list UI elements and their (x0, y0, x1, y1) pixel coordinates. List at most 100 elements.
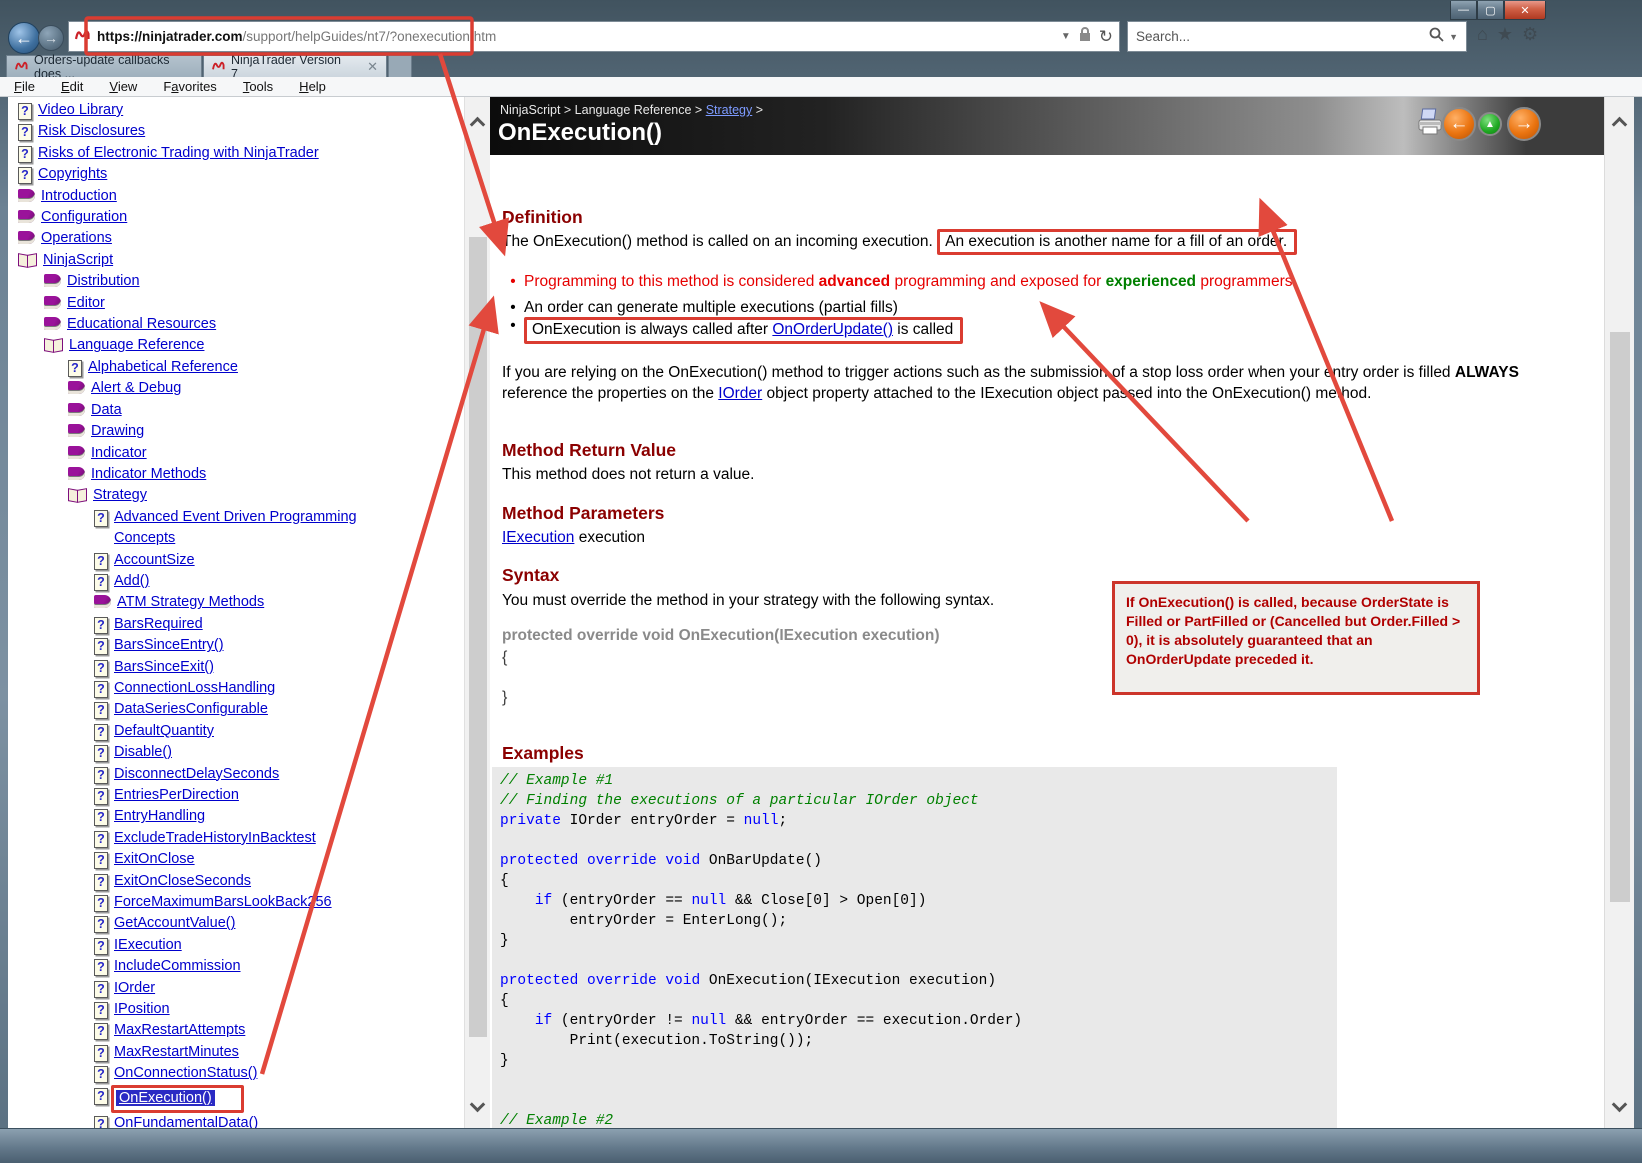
sidebar-item[interactable]: IExecution (8, 935, 464, 956)
sidebar-item[interactable]: IncludeCommission (8, 956, 464, 977)
scrollbar-thumb[interactable] (1610, 332, 1630, 902)
sidebar-item[interactable]: Copyrights (8, 164, 464, 185)
refresh-icon[interactable]: ↻ (1099, 27, 1113, 47)
sidebar-item[interactable]: MaxRestartAttempts (8, 1020, 464, 1041)
sidebar-item[interactable]: Video Library (8, 100, 464, 121)
search-dropdown-icon[interactable]: ▼ (1449, 32, 1458, 42)
minimize-button[interactable]: — (1450, 1, 1477, 20)
scroll-up-icon[interactable] (469, 116, 486, 133)
sidebar-scrollbar[interactable] (464, 97, 490, 1128)
help-back-button[interactable]: ← (1442, 107, 1476, 141)
sidebar-item[interactable]: ConnectionLossHandling (8, 678, 464, 699)
sidebar-link[interactable]: Language Reference (69, 335, 204, 356)
sidebar-item[interactable]: Language Reference (8, 335, 464, 356)
sidebar-item[interactable]: Data (8, 400, 464, 421)
scroll-down-icon[interactable] (1611, 1096, 1628, 1113)
sidebar-link[interactable]: Distribution (67, 271, 140, 292)
breadcrumb-strategy-link[interactable]: Strategy (706, 103, 753, 117)
sidebar-item[interactable]: MaxRestartMinutes (8, 1042, 464, 1063)
sidebar-link[interactable]: Strategy (93, 485, 147, 506)
sidebar-link[interactable]: EntriesPerDirection (114, 785, 239, 806)
sidebar-link[interactable]: Configuration (41, 207, 127, 228)
search-box[interactable]: Search... ▼ (1127, 21, 1467, 52)
menu-file[interactable]: File (14, 79, 35, 94)
sidebar-link[interactable]: OnExecution() (116, 1089, 215, 1106)
sidebar-item[interactable]: EntriesPerDirection (8, 785, 464, 806)
sidebar-item[interactable]: OnFundamentalData() (8, 1113, 464, 1128)
maximize-button[interactable]: ▢ (1477, 1, 1504, 20)
sidebar-link[interactable]: DisconnectDelaySeconds (114, 764, 279, 785)
sidebar-item[interactable]: AccountSize (8, 550, 464, 571)
sidebar-item[interactable]: Strategy (8, 485, 464, 506)
address-bar[interactable]: https://ninjatrader.com/support/helpGuid… (68, 21, 1120, 52)
favorites-star-icon[interactable]: ★ (1497, 24, 1513, 45)
sidebar-link[interactable]: Video Library (38, 100, 123, 121)
sidebar-link[interactable]: AccountSize (114, 550, 195, 571)
sidebar-item[interactable]: Indicator Methods (8, 464, 464, 485)
sidebar-link[interactable]: ExitOnClose (114, 849, 195, 870)
help-forward-button[interactable]: → (1507, 107, 1541, 141)
sidebar-item[interactable]: Risk Disclosures (8, 121, 464, 142)
sidebar-item[interactable]: ExitOnClose (8, 849, 464, 870)
sidebar-link[interactable]: IOrder (114, 978, 155, 999)
sidebar-item[interactable]: Alphabetical Reference (8, 357, 464, 378)
tab-ninjatrader-v7[interactable]: NinjaTrader Version 7 ✕ (203, 53, 387, 81)
sidebar-link[interactable]: MaxRestartAttempts (114, 1020, 245, 1041)
content-scrollbar[interactable] (1604, 97, 1634, 1128)
sidebar-link[interactable]: ExitOnCloseSeconds (114, 871, 251, 892)
tab-orders-update[interactable]: Orders-update callbacks does ... (6, 53, 202, 81)
sidebar-link[interactable]: Editor (67, 293, 105, 314)
sidebar-link[interactable]: ConnectionLossHandling (114, 678, 275, 699)
sidebar-link[interactable]: Indicator Methods (91, 464, 206, 485)
sidebar-link[interactable]: Alphabetical Reference (88, 357, 238, 378)
sidebar-link[interactable]: Educational Resources (67, 314, 216, 335)
sidebar-link[interactable]: ExcludeTradeHistoryInBacktest (114, 828, 316, 849)
menu-favorites[interactable]: Favorites (163, 79, 216, 94)
sidebar-item[interactable]: Educational Resources (8, 314, 464, 335)
sidebar-link[interactable]: Drawing (91, 421, 144, 442)
sidebar-link[interactable]: NinjaScript (43, 250, 113, 271)
sidebar-item[interactable]: IPosition (8, 999, 464, 1020)
urlbar-dropdown-icon[interactable]: ▼ (1061, 31, 1071, 42)
sidebar-link[interactable]: BarsSinceExit() (114, 657, 214, 678)
inline-link[interactable]: IExecution (502, 529, 574, 546)
sidebar-item[interactable]: ForceMaximumBarsLookBack256 (8, 892, 464, 913)
sidebar-item[interactable]: Indicator (8, 443, 464, 464)
sidebar-link[interactable]: Data (91, 400, 122, 421)
sidebar-item[interactable]: Editor (8, 293, 464, 314)
sidebar-link[interactable]: IExecution (114, 935, 182, 956)
menu-tools[interactable]: Tools (243, 79, 273, 94)
sidebar-item[interactable]: Configuration (8, 207, 464, 228)
sidebar-item[interactable]: ExitOnCloseSeconds (8, 871, 464, 892)
sidebar-link[interactable]: MaxRestartMinutes (114, 1042, 239, 1063)
sidebar-item[interactable]: DataSeriesConfigurable (8, 699, 464, 720)
sidebar-item[interactable]: DisconnectDelaySeconds (8, 764, 464, 785)
sidebar-link[interactable]: Advanced Event Driven Programming Concep… (114, 507, 414, 550)
sidebar-link[interactable]: Alert & Debug (91, 378, 181, 399)
search-magnifier-icon[interactable] (1428, 26, 1445, 48)
home-icon[interactable]: ⌂ (1477, 24, 1488, 45)
scroll-down-icon[interactable] (469, 1096, 486, 1113)
browser-forward-button[interactable]: → (38, 25, 64, 51)
sidebar-link[interactable]: Introduction (41, 186, 117, 207)
sidebar-link[interactable]: EntryHandling (114, 806, 205, 827)
sidebar-item[interactable]: Disable() (8, 742, 464, 763)
close-button[interactable]: ✕ (1504, 1, 1546, 20)
sidebar-item[interactable]: Alert & Debug (8, 378, 464, 399)
tab-close-icon[interactable]: ✕ (367, 59, 378, 75)
sidebar-link[interactable]: Disable() (114, 742, 172, 763)
scrollbar-thumb[interactable] (469, 237, 487, 1037)
sidebar-item[interactable]: OnConnectionStatus() (8, 1063, 464, 1084)
sidebar-link[interactable]: ForceMaximumBarsLookBack256 (114, 892, 332, 913)
sidebar-item[interactable]: DefaultQuantity (8, 721, 464, 742)
sidebar-item[interactable]: GetAccountValue() (8, 913, 464, 934)
sidebar-item[interactable]: BarsSinceEntry() (8, 635, 464, 656)
sidebar-link[interactable]: Add() (114, 571, 149, 592)
sidebar-item[interactable]: ExcludeTradeHistoryInBacktest (8, 828, 464, 849)
sidebar-item[interactable]: ATM Strategy Methods (8, 592, 464, 613)
sidebar-link[interactable]: Copyrights (38, 164, 107, 185)
sidebar-link[interactable]: BarsRequired (114, 614, 203, 635)
sidebar-item[interactable]: IOrder (8, 978, 464, 999)
sidebar-link[interactable]: OnConnectionStatus() (114, 1063, 257, 1084)
sidebar-item[interactable]: Introduction (8, 186, 464, 207)
